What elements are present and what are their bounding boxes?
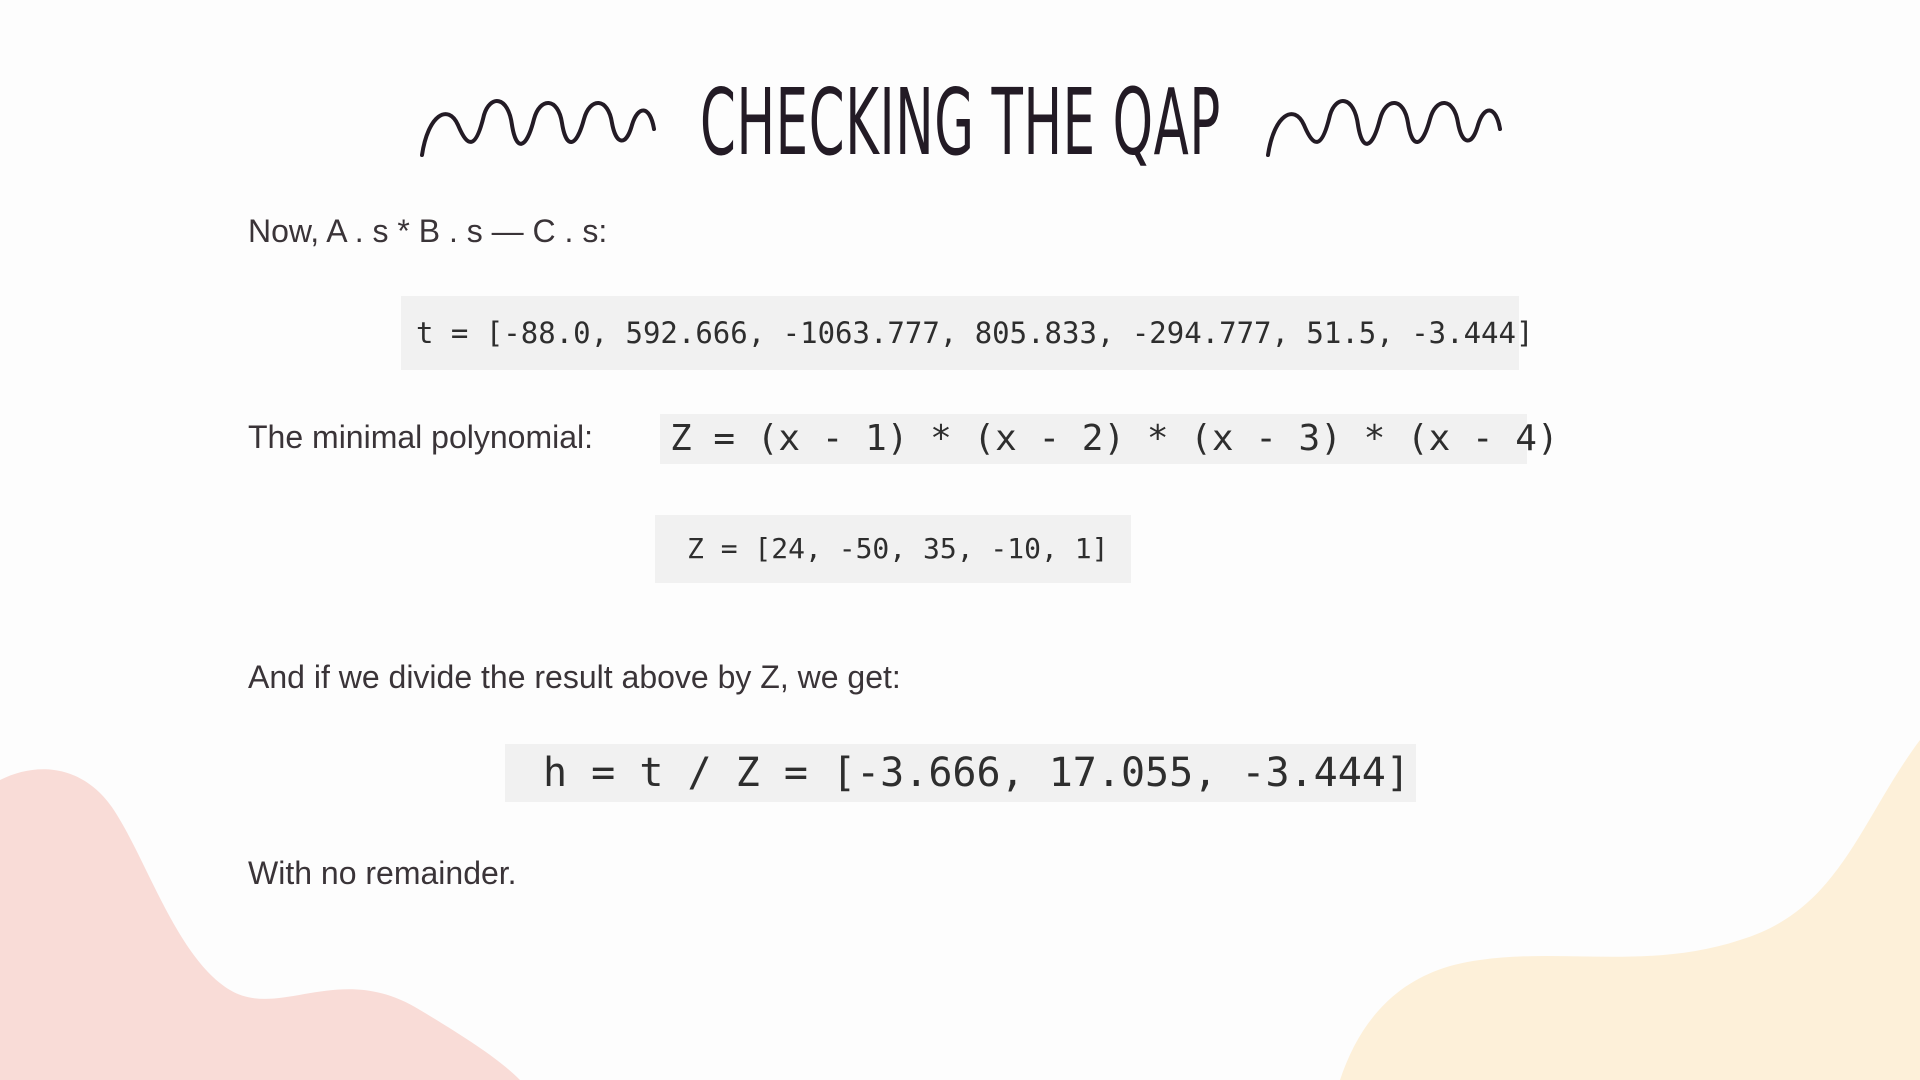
squiggle-icon bbox=[1266, 99, 1502, 157]
divide-text: And if we divide the result above by Z, … bbox=[248, 659, 901, 695]
slide-title: CHECKING THE QAP bbox=[700, 69, 1221, 176]
remainder-text: With no remainder. bbox=[248, 855, 517, 891]
title-row: CHECKING THE QAP bbox=[0, 55, 1920, 185]
squiggle-icon bbox=[420, 99, 656, 157]
z-product-code-block: Z = (x - 1) * (x - 2) * (x - 3) * (x - 4… bbox=[660, 414, 1559, 464]
minimal-polynomial-label: The minimal polynomial: bbox=[248, 419, 594, 455]
h-code-block: h = t / Z = [-3.666, 17.055, -3.444] bbox=[505, 744, 1416, 802]
z-coefficients-code-block: Z = [24, -50, 35, -10, 1] bbox=[655, 515, 1131, 583]
intro-text: Now, A . s * B . s — C . s: bbox=[248, 213, 608, 249]
pink-blob-decoration bbox=[0, 769, 520, 1080]
t-code-block: t = [-88.0, 592.666, -1063.777, 805.833,… bbox=[401, 296, 1533, 370]
